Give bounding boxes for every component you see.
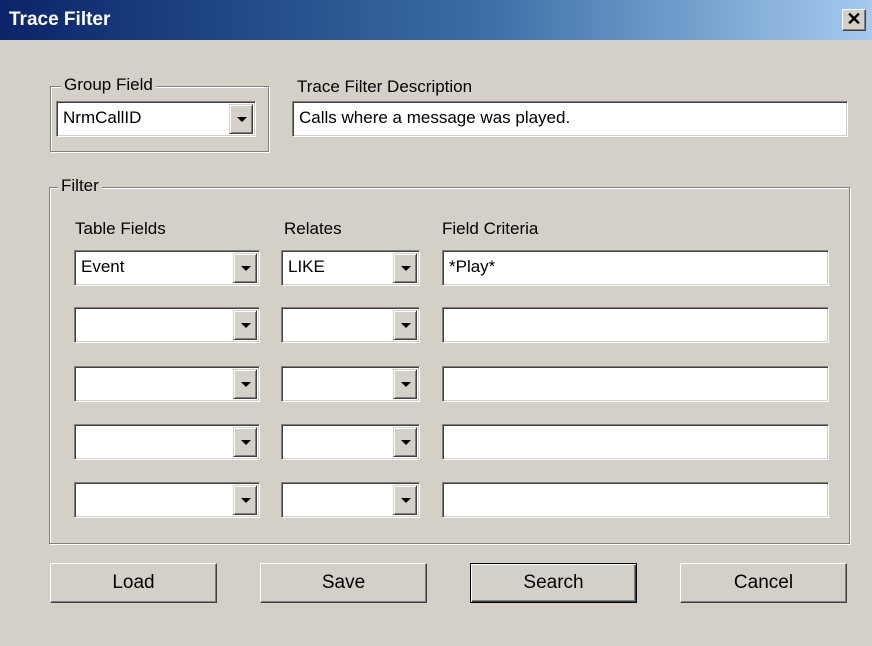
- relates-combo[interactable]: LIKE: [281, 250, 420, 286]
- relates-combo[interactable]: [281, 424, 420, 460]
- description-value: Calls where a message was played.: [299, 108, 571, 127]
- chevron-down-icon[interactable]: [233, 253, 257, 283]
- chevron-down-icon[interactable]: [233, 485, 257, 515]
- field-criteria-input[interactable]: [442, 482, 829, 518]
- chevron-down-icon[interactable]: [393, 485, 417, 515]
- group-field-combo[interactable]: NrmCallID: [56, 101, 256, 137]
- field-criteria-input[interactable]: *Play*: [442, 250, 829, 286]
- description-label: Trace Filter Description: [297, 77, 473, 96]
- chevron-down-icon[interactable]: [233, 369, 257, 399]
- table-field-combo[interactable]: Event: [74, 250, 260, 286]
- field-criteria-header: Field Criteria: [442, 219, 539, 238]
- chevron-down-icon[interactable]: [393, 369, 417, 399]
- field-criteria-input[interactable]: [442, 307, 829, 343]
- table-field-combo[interactable]: [74, 366, 260, 402]
- window-title: Trace Filter: [9, 9, 111, 30]
- load-button[interactable]: Load: [50, 563, 217, 603]
- table-field-combo[interactable]: [74, 307, 260, 343]
- table-field-combo[interactable]: [74, 424, 260, 460]
- field-criteria-value: *Play*: [449, 257, 496, 276]
- relates-combo[interactable]: [281, 307, 420, 343]
- relates-value: LIKE: [288, 257, 325, 276]
- relates-combo[interactable]: [281, 366, 420, 402]
- table-fields-header: Table Fields: [75, 219, 166, 238]
- search-button[interactable]: Search: [470, 563, 637, 603]
- chevron-down-icon[interactable]: [233, 427, 257, 457]
- field-criteria-input[interactable]: [442, 366, 829, 402]
- relates-combo[interactable]: [281, 482, 420, 518]
- filter-legend: Filter: [58, 176, 102, 196]
- chevron-down-icon[interactable]: [393, 427, 417, 457]
- chevron-down-icon[interactable]: [229, 104, 253, 134]
- save-button[interactable]: Save: [260, 563, 427, 603]
- cancel-button[interactable]: Cancel: [680, 563, 847, 603]
- chevron-down-icon[interactable]: [393, 310, 417, 340]
- chevron-down-icon[interactable]: [233, 310, 257, 340]
- close-button[interactable]: ✕: [842, 9, 866, 31]
- description-input[interactable]: Calls where a message was played.: [292, 101, 848, 137]
- title-bar[interactable]: Trace Filter ✕: [0, 0, 872, 40]
- close-icon: ✕: [846, 9, 862, 29]
- group-field-value: NrmCallID: [63, 108, 142, 127]
- table-field-value: Event: [81, 257, 125, 276]
- relates-header: Relates: [284, 219, 342, 238]
- chevron-down-icon[interactable]: [393, 253, 417, 283]
- field-criteria-input[interactable]: [442, 424, 829, 460]
- table-field-combo[interactable]: [74, 482, 260, 518]
- group-field-legend: Group Field: [61, 75, 156, 95]
